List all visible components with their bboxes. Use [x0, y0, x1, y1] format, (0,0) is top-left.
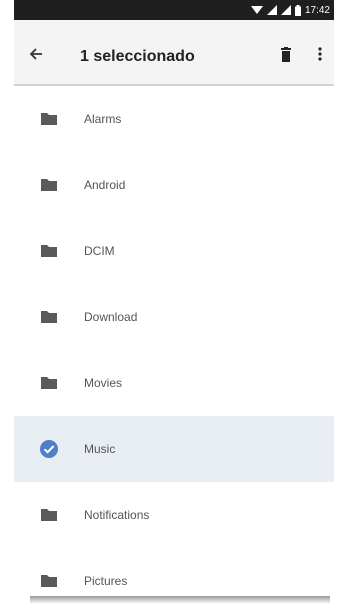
- status-icons: 17:42: [250, 0, 330, 20]
- screen-shadow: [30, 596, 330, 604]
- folder-item-notifications[interactable]: Notifications: [14, 482, 334, 548]
- check-circle-icon: [38, 438, 60, 460]
- trash-icon: [281, 46, 291, 62]
- signal-icon: [266, 5, 277, 15]
- folder-item-android[interactable]: Android: [14, 152, 334, 218]
- folder-icon: [38, 372, 60, 394]
- folder-label: Alarms: [84, 112, 122, 126]
- wifi-icon: [250, 6, 263, 14]
- folder-label: Android: [84, 178, 126, 192]
- folder-label: DCIM: [84, 244, 115, 258]
- folder-icon: [38, 174, 60, 196]
- signal-icon: [280, 5, 291, 15]
- folder-item-pictures[interactable]: Pictures: [14, 548, 334, 596]
- folder-icon: [38, 108, 60, 130]
- delete-button[interactable]: [276, 44, 296, 64]
- back-button[interactable]: [24, 42, 48, 66]
- folder-label: Download: [84, 310, 138, 324]
- more-vertical-icon: [318, 47, 322, 61]
- folder-label: Pictures: [84, 574, 128, 588]
- folder-icon: [38, 570, 60, 592]
- folder-label: Movies: [84, 376, 123, 390]
- more-options-button[interactable]: [314, 44, 326, 64]
- folder-item-download[interactable]: Download: [14, 284, 334, 350]
- folder-item-dcim[interactable]: DCIM: [14, 218, 334, 284]
- arrow-left-icon: [29, 48, 42, 60]
- status-bar: 17:42: [14, 0, 334, 20]
- folder-item-music[interactable]: Music: [14, 416, 334, 482]
- folder-item-movies[interactable]: Movies: [14, 350, 334, 416]
- battery-icon: [294, 4, 301, 16]
- app-bar: 1 seleccionado: [14, 20, 334, 86]
- folder-label: Music: [84, 442, 116, 456]
- folder-item-alarms[interactable]: Alarms: [14, 86, 334, 152]
- page-title: 1 seleccionado: [80, 48, 195, 65]
- status-time: 17:42: [304, 4, 330, 16]
- folder-icon: [38, 240, 60, 262]
- folder-label: Notifications: [84, 508, 150, 522]
- folder-icon: [38, 504, 60, 526]
- file-manager-screen: 17:42 1 seleccionado Alarms Android DCIM…: [14, 0, 334, 596]
- folder-icon: [38, 306, 60, 328]
- folder-list: Alarms Android DCIM Download Movies Musi…: [14, 86, 334, 596]
